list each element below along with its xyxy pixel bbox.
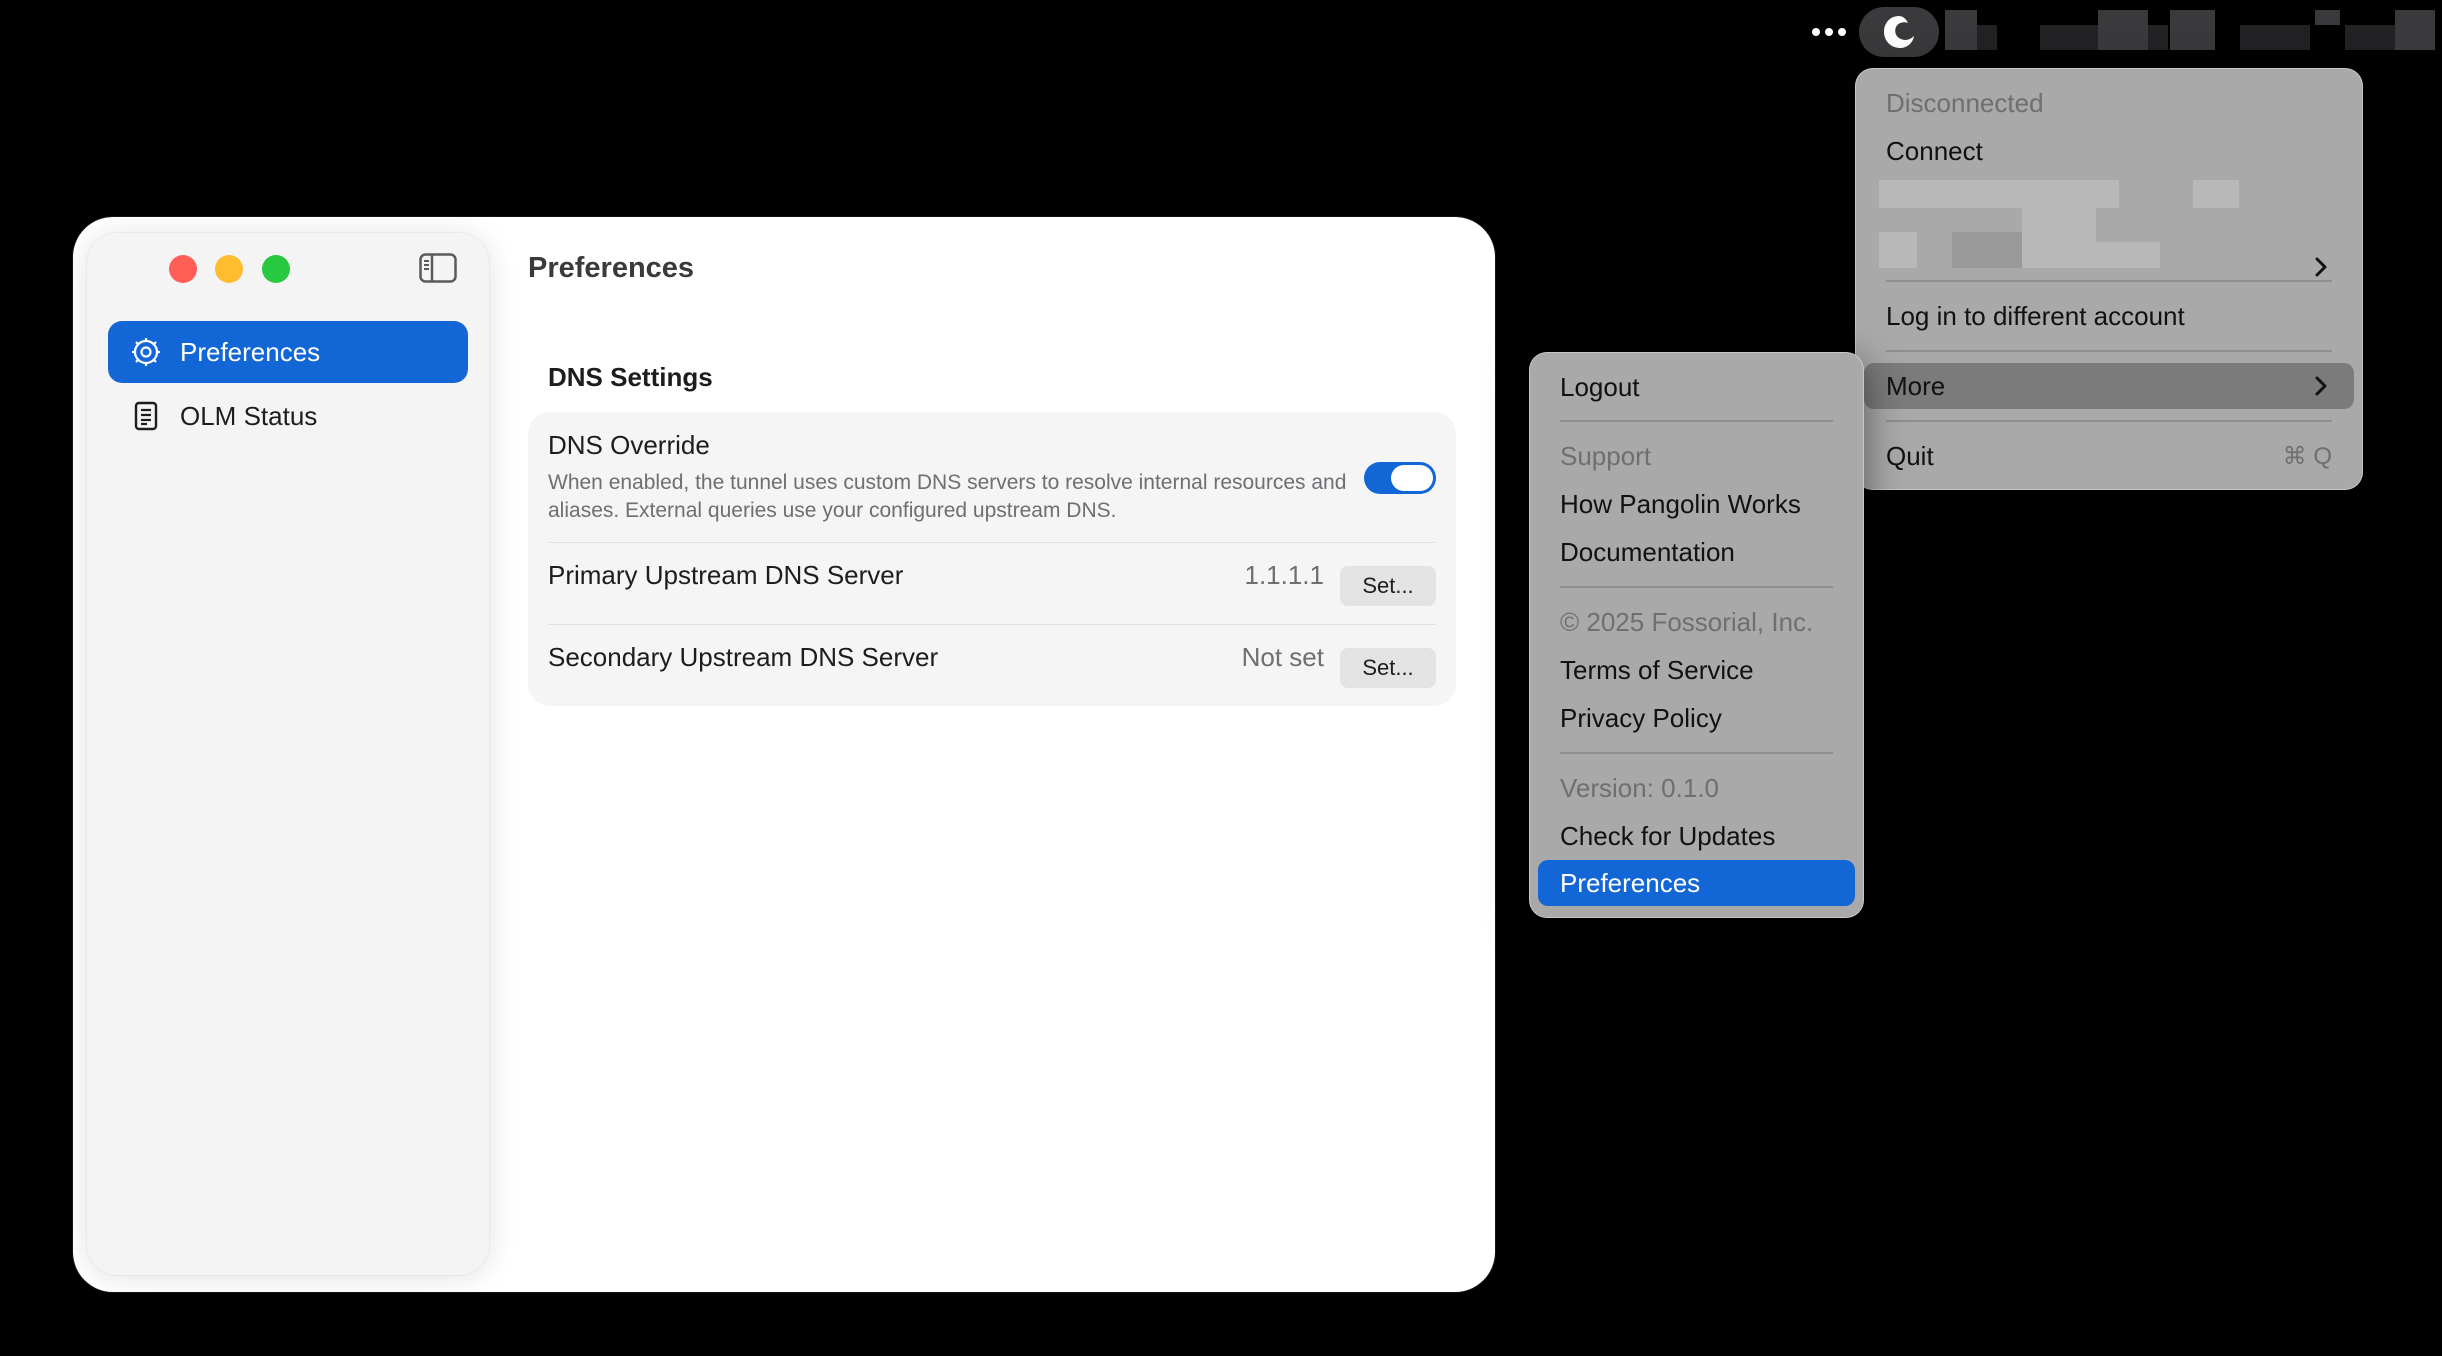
redacted-account-text xyxy=(1879,232,1917,268)
row-divider xyxy=(548,624,1436,625)
chevron-right-icon xyxy=(2315,257,2327,277)
window-zoom-button[interactable] xyxy=(262,255,290,283)
redacted-account-text xyxy=(2193,180,2239,208)
redacted-menubar-item xyxy=(2040,25,2100,50)
menu-separator xyxy=(1560,420,1833,422)
redacted-menubar-item xyxy=(2098,10,2148,50)
menu-item-more[interactable]: More xyxy=(1864,363,2354,409)
dns-override-description: When enabled, the tunnel uses custom DNS… xyxy=(548,471,1347,522)
secondary-dns-label: Secondary Upstream DNS Server xyxy=(548,642,939,672)
toggle-knob xyxy=(1391,465,1433,491)
redacted-account-text xyxy=(1879,180,2119,208)
dns-override-toggle[interactable] xyxy=(1364,462,1436,494)
redacted-account-text xyxy=(1952,232,2022,268)
menu-separator xyxy=(1886,420,2332,422)
sidebar-item-preferences[interactable]: Preferences xyxy=(108,321,468,383)
ellipsis-icon xyxy=(1812,28,1820,36)
redacted-menubar-item xyxy=(1977,25,1997,50)
menu-item-logout[interactable]: Logout xyxy=(1538,364,1855,410)
dns-override-title: DNS Override xyxy=(548,430,710,460)
redacted-menubar-item xyxy=(2170,10,2215,50)
menu-header-support: Support xyxy=(1560,440,1652,471)
quit-shortcut: ⌘ Q xyxy=(2282,442,2332,470)
window-close-button[interactable] xyxy=(169,255,197,283)
menu-item-terms-of-service[interactable]: Terms of Service xyxy=(1538,647,1855,693)
more-submenu: Logout Support How Pangolin Works Docume… xyxy=(1529,352,1864,918)
gear-icon xyxy=(130,336,162,368)
ellipsis-dot xyxy=(1838,28,1846,36)
redacted-menubar-item xyxy=(2148,25,2168,50)
menu-item-login-different-account[interactable]: Log in to different account xyxy=(1864,293,2354,339)
redacted-menubar-item xyxy=(2395,10,2435,50)
menu-item-privacy-policy[interactable]: Privacy Policy xyxy=(1538,695,1855,741)
primary-dns-value: 1.1.1.1 xyxy=(1244,560,1324,590)
pangolin-menubar-button[interactable] xyxy=(1859,7,1939,57)
primary-dns-set-button[interactable]: Set... xyxy=(1340,566,1436,606)
redacted-account-text xyxy=(2022,208,2096,268)
page-title: Preferences xyxy=(528,252,695,284)
sidebar-item-olm-status[interactable]: OLM Status xyxy=(108,385,468,447)
primary-dns-label: Primary Upstream DNS Server xyxy=(548,560,904,590)
menu-copyright: © 2025 Fossorial, Inc. xyxy=(1560,606,1814,637)
menubar-overflow-button[interactable] xyxy=(1808,14,1850,50)
pangolin-icon xyxy=(1884,16,1914,48)
menu-item-preferences[interactable]: Preferences xyxy=(1538,860,1855,906)
ellipsis-dot xyxy=(1825,28,1833,36)
menu-item-check-for-updates[interactable]: Check for Updates xyxy=(1538,813,1855,859)
redacted-menubar-item xyxy=(1945,10,1977,50)
menu-separator xyxy=(1560,586,1833,588)
secondary-dns-set-button[interactable]: Set... xyxy=(1340,648,1436,688)
document-icon xyxy=(130,400,162,432)
menu-separator xyxy=(1886,350,2332,352)
redacted-menubar-item xyxy=(2315,10,2340,25)
menu-status-disconnected: Disconnected xyxy=(1886,87,2044,118)
redacted-menubar-item xyxy=(2345,25,2395,50)
menu-separator xyxy=(1886,280,2332,282)
chevron-right-icon xyxy=(2315,376,2327,396)
menu-item-how-pangolin-works[interactable]: How Pangolin Works xyxy=(1538,481,1855,527)
menu-separator xyxy=(1560,752,1833,754)
window-minimize-button[interactable] xyxy=(215,255,243,283)
redacted-menubar-item xyxy=(2240,25,2310,50)
menu-version: Version: 0.1.0 xyxy=(1560,772,1719,803)
pangolin-menu: Disconnected Connect Log in to different… xyxy=(1855,68,2363,490)
menu-item-quit-label: Quit xyxy=(1886,440,1934,471)
row-divider xyxy=(548,542,1436,543)
redacted-account-text xyxy=(2096,242,2160,268)
secondary-dns-value: Not set xyxy=(1241,642,1324,672)
dns-settings-group: DNS Override When enabled, the tunnel us… xyxy=(528,412,1456,706)
menu-item-connect[interactable]: Connect xyxy=(1864,128,2354,174)
menu-item-quit[interactable]: Quit ⌘ Q xyxy=(1864,433,2354,479)
section-title: DNS Settings xyxy=(548,362,713,392)
preferences-window: Preferences OLM Status Preferences DNS S… xyxy=(73,217,1495,1292)
menu-item-more-label: More xyxy=(1886,370,1946,401)
sidebar-toggle-icon[interactable] xyxy=(419,253,457,283)
menu-item-documentation[interactable]: Documentation xyxy=(1538,529,1855,575)
sidebar-item-label: OLM Status xyxy=(180,400,318,431)
sidebar-item-label: Preferences xyxy=(180,336,321,367)
